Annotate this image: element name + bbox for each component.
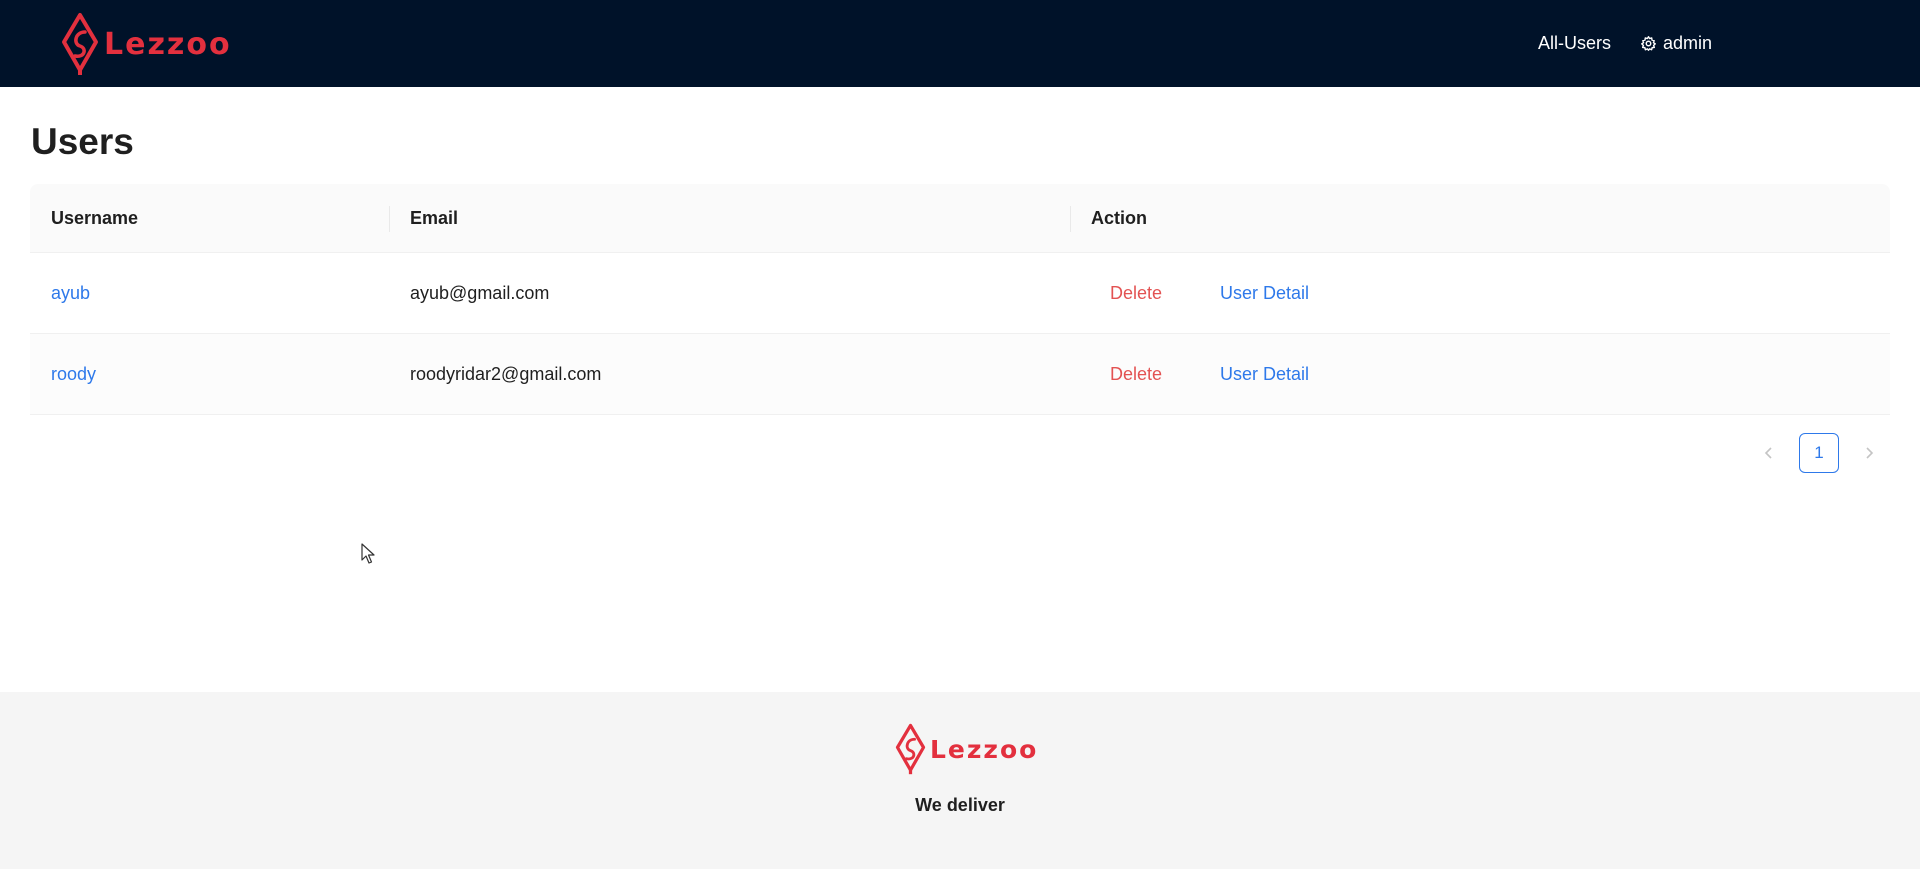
table-row: ayub ayub@gmail.com Delete User Detail — [30, 253, 1890, 334]
main-content: Users Username Email Action ayub ayub@gm… — [0, 87, 1920, 692]
email-cell: roodyridar2@gmail.com — [410, 364, 602, 384]
lezzoo-logo-icon — [62, 13, 98, 75]
delete-button[interactable]: Delete — [1110, 334, 1162, 415]
column-header-username: Username — [51, 208, 139, 228]
footer-tagline: We deliver — [915, 795, 1005, 815]
nav-all-users[interactable]: All-Users — [1538, 0, 1611, 87]
column-divider — [1070, 206, 1071, 232]
mouse-pointer-icon — [361, 543, 375, 564]
top-navbar: Lezzoo All-Users admin — [0, 0, 1920, 87]
username-link[interactable]: ayub — [51, 253, 90, 334]
footer-brand-name: Lezzoo — [930, 734, 1039, 764]
lezzoo-logo-icon — [895, 723, 926, 775]
username-link[interactable]: roody — [51, 334, 96, 415]
page-title: Users — [31, 121, 134, 162]
pagination-page-1[interactable]: 1 — [1799, 433, 1839, 473]
users-table: Username Email Action ayub ayub@gmail.co… — [30, 184, 1890, 415]
column-header-action: Action — [1091, 208, 1147, 228]
nav-admin-menu[interactable]: admin — [1640, 0, 1712, 87]
email-cell: ayub@gmail.com — [410, 283, 550, 303]
chevron-left-icon — [1764, 447, 1772, 459]
table-header: Username Email Action — [30, 184, 1890, 253]
user-detail-link[interactable]: User Detail — [1220, 253, 1309, 334]
column-header-email: Email — [410, 208, 459, 228]
admin-label: admin — [1663, 33, 1713, 53]
delete-button[interactable]: Delete — [1110, 253, 1162, 334]
user-detail-link[interactable]: User Detail — [1220, 334, 1309, 415]
footer-logo[interactable]: Lezzoo — [895, 723, 1038, 775]
table-row: roody roodyridar2@gmail.com Delete User … — [30, 334, 1890, 415]
footer: Lezzoo We deliver — [0, 692, 1920, 869]
chevron-right-icon — [1866, 447, 1874, 459]
column-divider — [389, 206, 390, 232]
gear-icon — [1640, 35, 1657, 52]
brand-name: Lezzoo — [104, 26, 232, 62]
pagination-prev-button[interactable] — [1756, 433, 1782, 473]
pagination-next-button[interactable] — [1856, 433, 1882, 473]
brand-logo[interactable]: Lezzoo — [61, 12, 232, 76]
